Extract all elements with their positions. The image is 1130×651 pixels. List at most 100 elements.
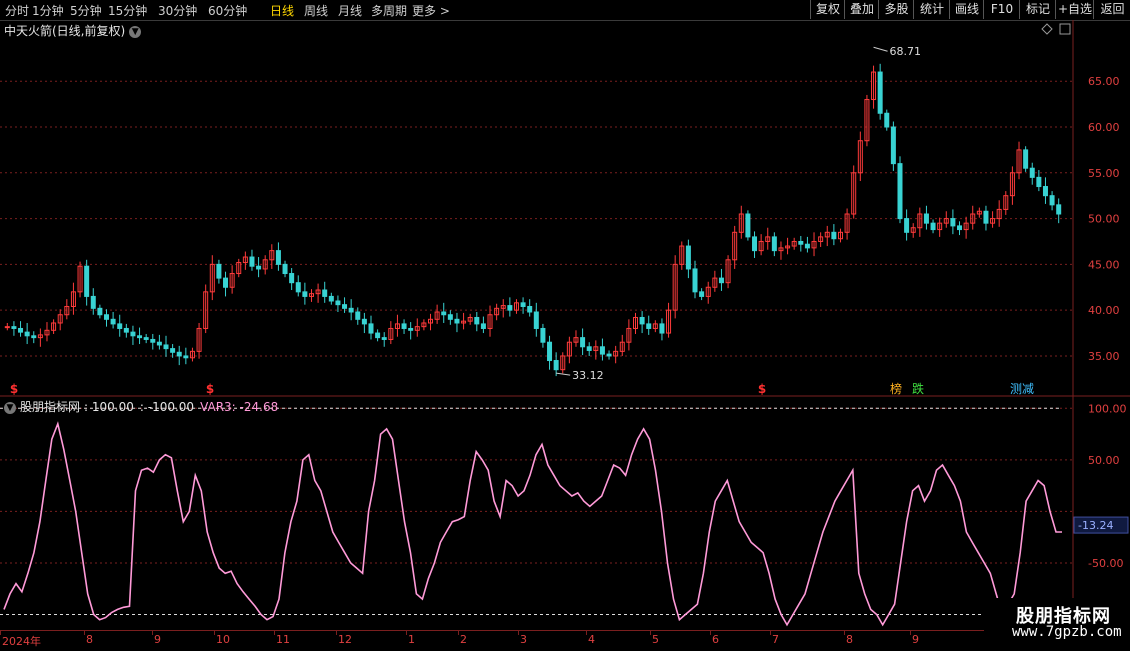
candle-body [97, 307, 103, 316]
candle-body [639, 316, 645, 325]
candle-body [904, 218, 910, 233]
candle-body [1023, 149, 1029, 169]
candle-body [103, 314, 109, 320]
candle-body [4, 326, 10, 329]
candle-body [798, 240, 804, 245]
chart-area[interactable]: 65.00 60.00 55.00 50.00 45.00 40.00 35.00 68.71… [0, 20, 1130, 630]
watermark-url: www.7gpzb.com [1012, 624, 1122, 640]
candle-body [90, 295, 96, 309]
indicator-header: ▼ 股朋指标网: 100.00: -100.00 VAR3: -24.68 [4, 398, 278, 415]
candle-body [474, 316, 480, 325]
period-2[interactable]: 5分钟 [70, 2, 102, 19]
period-4[interactable]: 30分钟 [158, 2, 197, 19]
diamond-icon [1041, 23, 1053, 35]
candle-body [256, 265, 262, 270]
chevron-down-icon[interactable]: ▼ [4, 401, 16, 414]
event-marker: $ [206, 382, 214, 396]
candle-body [745, 213, 751, 238]
period-1[interactable]: 1分钟 [32, 2, 64, 19]
candle-body [24, 331, 30, 337]
date-tick-label: 8 [86, 633, 93, 646]
period-9[interactable]: 多周期 [371, 2, 407, 19]
toolbar-button-4[interactable]: 画线 [949, 0, 984, 19]
date-tick-label: 8 [846, 633, 853, 646]
low-pointer [556, 372, 571, 376]
candle-body [123, 327, 129, 333]
toolbar-button-6[interactable]: 标记 [1019, 0, 1056, 19]
candle-body [540, 327, 546, 343]
date-tick-mark [844, 631, 845, 635]
candle-body [170, 348, 176, 353]
candle-body [282, 263, 288, 275]
candle-body [606, 353, 612, 357]
date-tick-label: 11 [276, 633, 290, 646]
date-tick-label: 2024年 [2, 635, 41, 648]
candle-body [163, 344, 169, 350]
candle-body [752, 236, 758, 252]
candle-body [375, 332, 381, 339]
price-tick-label: 55.00 [1088, 167, 1120, 180]
toolbar-button-0[interactable]: 复权 [810, 0, 845, 19]
date-tick-label: 12 [338, 633, 352, 646]
candle-body [454, 318, 460, 324]
candle-body [18, 327, 24, 333]
top-toolbar: 分时 1分钟 5分钟 15分钟 30分钟 60分钟 日线 周线 月线 多周期 更多 > 复权 叠加 多股… [0, 0, 1130, 21]
date-tick-label: 5 [652, 633, 659, 646]
indicator-tick-label: 100.00 [1088, 402, 1127, 415]
candle-body [804, 243, 810, 249]
candle-body [897, 163, 903, 220]
period-0[interactable]: 分时 [5, 2, 29, 19]
candle-body [137, 335, 143, 339]
period-7[interactable]: 周线 [304, 2, 328, 19]
candle-body [295, 282, 301, 293]
candle-body [110, 318, 116, 325]
candle-body [685, 245, 691, 270]
date-tick-mark [152, 631, 153, 635]
candle-body [249, 256, 255, 267]
date-tick-mark [650, 631, 651, 635]
candle-body [950, 218, 956, 227]
date-tick-label: 6 [712, 633, 719, 646]
period-3[interactable]: 15分钟 [108, 2, 147, 19]
indicator-line2: : -100.00 [139, 400, 195, 414]
event-marker: $ [758, 382, 766, 396]
toolbar-button-8[interactable]: 返回 [1093, 0, 1130, 19]
toolbar-button-5[interactable]: F10 [983, 0, 1020, 19]
indicator-name: 股朋指标网 [20, 400, 81, 414]
toolbar-button-2[interactable]: 多股 [878, 0, 914, 19]
price-tick-label: 65.00 [1088, 75, 1120, 88]
candle-body [441, 311, 447, 316]
price-tick-label: 45.00 [1088, 258, 1120, 271]
price-tick-label: 60.00 [1088, 121, 1120, 134]
candle-body [335, 300, 341, 306]
candle-body [877, 71, 883, 114]
candle-body [84, 265, 90, 297]
candle-body [890, 126, 896, 165]
high-price-label: 68.71 [890, 45, 922, 58]
period-5[interactable]: 60分钟 [208, 2, 247, 19]
candle-body [216, 263, 222, 279]
toolbar-button-1[interactable]: 叠加 [844, 0, 879, 19]
candle-body [355, 311, 361, 320]
candle-body [130, 331, 136, 337]
indicator-line [3, 421, 1062, 627]
date-tick-label: 9 [154, 633, 161, 646]
candle-body [322, 289, 328, 297]
candle-body [527, 305, 533, 313]
candle-body [289, 273, 295, 284]
date-tick-mark [274, 631, 275, 635]
event-tag: 榜 [890, 381, 902, 396]
period-8[interactable]: 月线 [338, 2, 362, 19]
period-6[interactable]: 日线 [270, 2, 294, 19]
toolbar-button-3[interactable]: 统计 [913, 0, 950, 19]
candle-body [533, 311, 539, 329]
date-tick-mark [336, 631, 337, 635]
toolbar-button-7[interactable]: +自选 [1055, 0, 1094, 19]
period-10[interactable]: 更多 > [412, 2, 450, 19]
candle-body [348, 307, 354, 313]
candle-body [223, 277, 229, 288]
date-tick-label: 10 [216, 633, 230, 646]
candle-body [699, 291, 705, 297]
candle-body [447, 314, 453, 320]
date-tick-label: 3 [520, 633, 527, 646]
